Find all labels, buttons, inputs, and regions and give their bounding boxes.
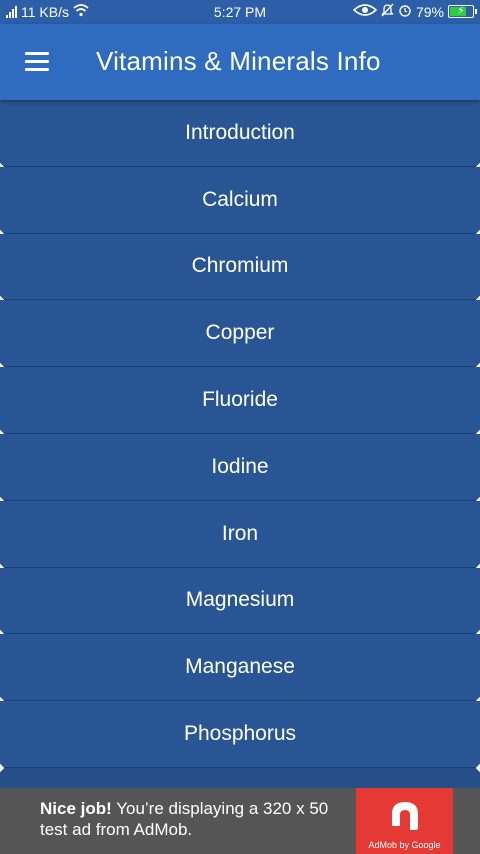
list-item-chromium[interactable]: Chromium (0, 233, 480, 301)
ad-brand: AdMob by Google (368, 840, 441, 850)
status-bar: 11 KB/s 5:27 PM 79% ⚡ (0, 0, 480, 24)
ad-banner[interactable]: Nice job! You’re displaying a 320 x 50 t… (0, 788, 480, 854)
alarm-icon (398, 3, 412, 20)
list-item-label: Magnesium (185, 588, 295, 612)
list-item-iodine[interactable]: Iodine (0, 433, 480, 501)
list-item-iron[interactable]: Iron (0, 500, 480, 568)
admob-icon (392, 802, 418, 830)
list-item-label: Iron (221, 521, 259, 545)
ad-headline: Nice job! (40, 799, 112, 818)
list-item-label: Calcium (202, 187, 278, 211)
list-item-label: Chromium (191, 254, 289, 278)
list-item-phosphorus[interactable]: Phosphorus (0, 701, 480, 768)
list-item-calcium[interactable]: Calcium (0, 166, 480, 234)
topic-list[interactable]: Introduction Calcium Chromium Copper Flu… (0, 100, 480, 788)
list-item-label: Iodine (211, 454, 269, 478)
page-title: Vitamins & Minerals Info (96, 46, 381, 76)
list-item-label: Fluoride (202, 388, 278, 412)
admob-logo[interactable]: AdMob by Google (356, 788, 453, 854)
battery-icon: ⚡ (448, 5, 477, 18)
list-item-label: Phosphorus (183, 722, 297, 746)
list-item-label: Manganese (185, 655, 295, 679)
ad-text: Nice job! You’re displaying a 320 x 50 t… (40, 798, 350, 840)
list-item-fluoride[interactable]: Fluoride (0, 367, 480, 434)
eye-icon (352, 3, 378, 20)
list-item-magnesium[interactable]: Magnesium (0, 567, 480, 635)
battery-percent: 79% (415, 3, 444, 20)
list-item-label: Copper (205, 321, 275, 345)
app-bar: Vitamins & Minerals Info (0, 24, 480, 100)
list-item-manganese[interactable]: Manganese (0, 634, 480, 702)
menu-icon[interactable] (20, 48, 54, 76)
status-right: 79% ⚡ (352, 3, 477, 20)
list-item-copper[interactable]: Copper (0, 300, 480, 368)
bell-off-icon (381, 3, 394, 20)
list-item-introduction[interactable]: Introduction (0, 100, 480, 167)
list-item-label: Introduction (185, 120, 295, 144)
